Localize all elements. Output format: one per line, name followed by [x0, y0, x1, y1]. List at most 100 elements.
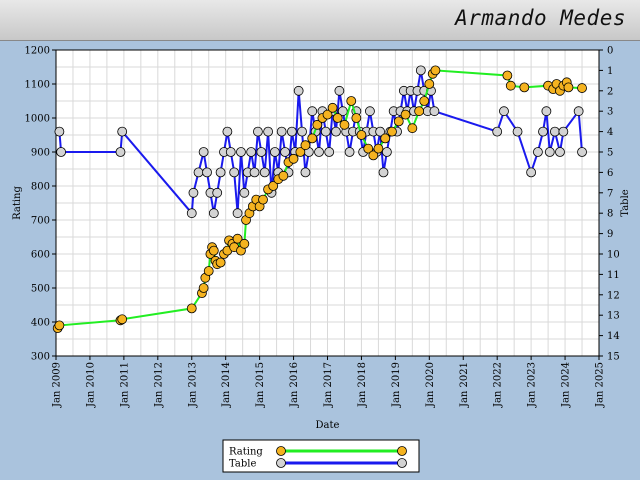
- table-point: [307, 106, 318, 117]
- table-point: [186, 208, 197, 219]
- table-point: [300, 167, 311, 178]
- table-point: [115, 147, 126, 157]
- table-point: [324, 147, 335, 157]
- rating-point: [239, 238, 250, 249]
- table-point: [236, 147, 246, 157]
- rating-point: [414, 106, 425, 117]
- x-tick-label: Jan 2016: [289, 362, 300, 408]
- rating-point: [424, 79, 435, 89]
- table-point: [526, 167, 537, 178]
- x-tick-label: Jan 2017: [323, 362, 334, 408]
- table-point: [259, 167, 270, 178]
- rating-point: [307, 133, 318, 144]
- table-point: [225, 147, 236, 157]
- legend-swatch-marker: [397, 446, 407, 456]
- table-point: [334, 85, 345, 96]
- rating-point: [430, 65, 441, 76]
- rating-point: [393, 116, 404, 127]
- rating-chart: 300400500600700800900100011001200 0123456…: [12, 46, 631, 473]
- x-tick-label: Jan 2019: [391, 362, 402, 408]
- table-point: [198, 147, 209, 157]
- rating-point: [400, 109, 411, 120]
- rating-point: [300, 140, 311, 151]
- rating-point: [198, 283, 209, 293]
- y2-tick-label: 9: [607, 229, 613, 240]
- rating-point: [502, 70, 513, 81]
- x-tick-label: Jan 2022: [493, 362, 504, 408]
- x-axis: Jan 2009 Jan 2010 Jan 2011 Jan 2012 Jan 2013…: [52, 356, 606, 408]
- x-tick-label: Jan 2009: [52, 362, 63, 408]
- rating-point: [519, 82, 530, 93]
- table-point: [541, 106, 552, 117]
- table-point: [297, 126, 307, 137]
- table-point: [549, 126, 560, 137]
- table-point: [365, 106, 375, 117]
- table-point: [415, 65, 426, 76]
- table-point: [212, 187, 223, 198]
- y2-tick-label: 0: [607, 46, 613, 57]
- y-tick-label: 1200: [25, 46, 50, 57]
- table-point: [56, 147, 66, 157]
- y2-tick-label: 10: [607, 250, 620, 261]
- table-point: [512, 126, 523, 137]
- x-tick-label: Jan 2024: [561, 362, 572, 408]
- table-point: [293, 85, 304, 96]
- y-tick-label: 900: [31, 148, 50, 159]
- y2-tick-label: 7: [607, 188, 613, 199]
- legend-swatch-marker: [276, 446, 286, 456]
- rating-point: [339, 119, 350, 130]
- table-point: [320, 126, 331, 137]
- rating-point: [117, 314, 128, 325]
- rating-point: [505, 80, 516, 91]
- legend-label: Table: [229, 459, 256, 470]
- y-tick-label: 1100: [25, 80, 50, 91]
- rating-point: [351, 113, 362, 123]
- y2-tick-label: 5: [607, 148, 613, 159]
- table-point: [544, 147, 555, 157]
- table-point: [256, 147, 267, 157]
- y2-tick-label: 1: [607, 66, 613, 77]
- y-tick-label: 700: [31, 216, 50, 227]
- table-point: [344, 147, 355, 157]
- table-point: [253, 126, 263, 137]
- y2-tick-label: 2: [607, 86, 613, 97]
- x-tick-label: Jan 2014: [221, 362, 232, 408]
- rating-point: [373, 143, 384, 154]
- rating-point: [387, 126, 397, 137]
- x-tick-label: Jan 2011: [119, 362, 130, 408]
- y-tick-label: 300: [31, 352, 50, 363]
- rating-point: [346, 96, 357, 106]
- chart-window: Armando Medes 300 400 500 600 700 800 900 1000 1…: [0, 0, 640, 480]
- y2-axis-title: Table: [620, 189, 631, 216]
- x-tick-label: Jan 2010: [85, 362, 96, 408]
- table-point: [276, 126, 287, 137]
- table-point: [263, 126, 274, 137]
- table-point: [54, 126, 65, 137]
- y-axis-right: 0123456789101112131415: [599, 46, 620, 363]
- y-tick-label: 1000: [25, 114, 50, 125]
- x-tick-label: Jan 2020: [425, 362, 436, 408]
- table-point: [246, 147, 257, 157]
- y2-tick-label: 14: [607, 331, 620, 342]
- table-point: [381, 147, 392, 157]
- y-tick-label: 500: [31, 284, 50, 295]
- rating-point: [215, 257, 226, 268]
- rating-point: [186, 303, 197, 314]
- table-point: [208, 208, 219, 219]
- y2-tick-label: 3: [607, 107, 613, 118]
- rating-point: [380, 133, 391, 144]
- x-tick-label: Jan 2013: [187, 362, 198, 408]
- table-point: [331, 126, 341, 137]
- rating-point: [327, 102, 338, 113]
- rating-point: [278, 170, 289, 181]
- y2-tick-label: 8: [607, 209, 613, 220]
- rating-point: [54, 320, 65, 331]
- table-point: [286, 126, 297, 137]
- table-point: [538, 126, 548, 137]
- x-tick-label: Jan 2012: [153, 362, 164, 408]
- y2-tick-label: 12: [607, 290, 620, 301]
- y-axis-left: 300 400 500 600 700 800 900 1000 1100 1200: [25, 46, 56, 363]
- table-point: [117, 126, 128, 137]
- x-tick-label: Jan 2021: [459, 362, 470, 408]
- rating-point: [203, 266, 214, 276]
